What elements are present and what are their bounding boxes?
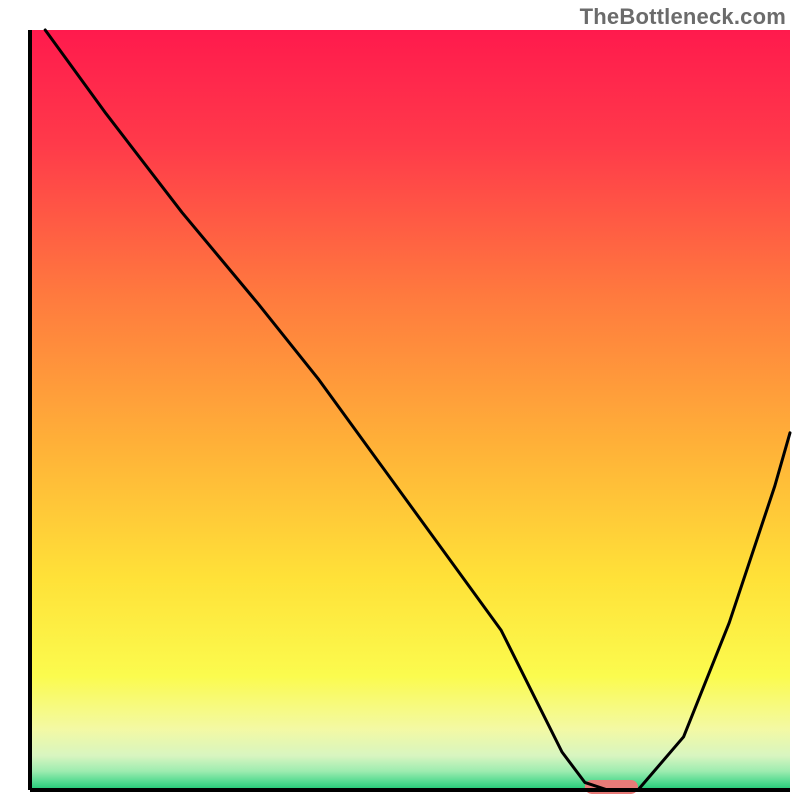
bottleneck-plot <box>0 0 800 800</box>
gradient-field <box>30 30 790 790</box>
chart-frame: TheBottleneck.com <box>0 0 800 800</box>
